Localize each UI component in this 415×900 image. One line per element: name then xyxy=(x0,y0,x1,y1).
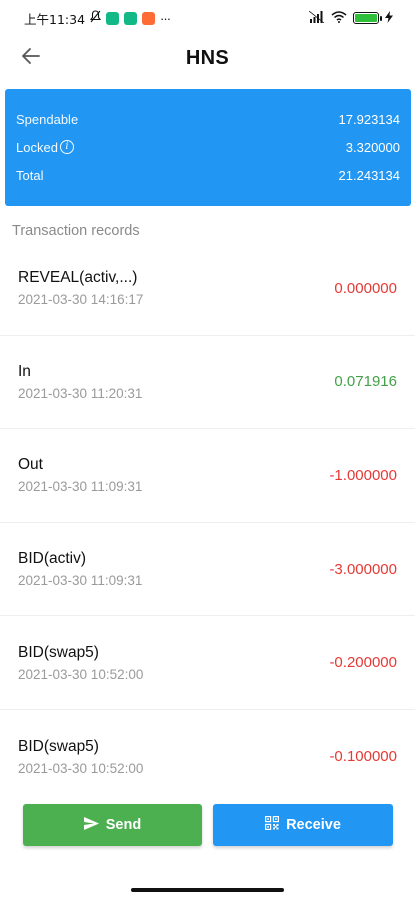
transaction-time: 2021-03-30 11:20:31 xyxy=(18,385,143,401)
transaction-amount: 0.071916 xyxy=(334,373,397,391)
transaction-info: BID(swap5) 2021-03-30 10:52:00 xyxy=(18,738,143,776)
transaction-amount: -3.000000 xyxy=(329,560,397,578)
transaction-row[interactable]: BID(swap5) 2021-03-30 10:52:00 -0.200000 xyxy=(0,616,415,710)
transaction-type: Out xyxy=(18,456,43,474)
transaction-amount: -1.000000 xyxy=(329,466,397,484)
page-title: HNS xyxy=(185,46,230,69)
back-button[interactable] xyxy=(16,44,46,72)
transaction-row[interactable]: REVEAL(activ,...) 2021-03-30 14:16:17 0.… xyxy=(0,242,415,336)
qr-code-icon xyxy=(265,816,280,834)
balance-row-spendable: Spendable 17.923134 xyxy=(16,105,400,133)
charging-icon xyxy=(385,10,393,26)
send-icon xyxy=(83,816,99,834)
locked-label: Locked xyxy=(16,139,58,155)
receive-label: Receive xyxy=(286,817,341,833)
battery-tip xyxy=(380,16,382,21)
transaction-amount: 0.000000 xyxy=(334,279,397,297)
home-indicator[interactable] xyxy=(131,888,284,892)
transaction-list: REVEAL(activ,...) 2021-03-30 14:16:17 0.… xyxy=(0,242,415,804)
transaction-time: 2021-03-30 10:52:00 xyxy=(18,666,144,682)
status-bar: 上午11:34 ··· xyxy=(0,0,415,36)
transaction-records-title: Transaction records xyxy=(12,223,140,239)
status-left: 上午11:34 ··· xyxy=(24,9,171,28)
transaction-type: BID(activ) xyxy=(18,550,87,568)
balance-card: Spendable 17.923134 Locked i 3.320000 To… xyxy=(5,89,411,206)
transaction-type: REVEAL(activ,...) xyxy=(18,269,138,287)
balance-row-total: Total 21.243134 xyxy=(16,161,400,189)
spendable-label: Spendable xyxy=(16,111,79,127)
app-badge-icon xyxy=(124,11,138,25)
transaction-row[interactable]: BID(activ) 2021-03-30 11:09:31 -3.000000 xyxy=(0,523,415,617)
status-right xyxy=(308,10,393,26)
transaction-row[interactable]: Out 2021-03-30 11:09:31 -1.000000 xyxy=(0,429,415,523)
app-badge-icon xyxy=(106,11,120,25)
mute-icon xyxy=(89,10,102,26)
locked-value: 3.320000 xyxy=(345,139,400,155)
total-value: 21.243134 xyxy=(338,167,400,183)
transaction-info: In 2021-03-30 11:20:31 xyxy=(18,363,142,401)
transaction-info: BID(swap5) 2021-03-30 10:52:00 xyxy=(18,644,143,682)
transaction-info: REVEAL(activ,...) 2021-03-30 14:16:17 xyxy=(18,269,143,307)
send-label: Send xyxy=(105,817,142,833)
total-label: Total xyxy=(16,167,44,183)
spendable-value: 17.923134 xyxy=(338,111,400,127)
receive-button[interactable]: Receive xyxy=(213,804,393,846)
transaction-time: 2021-03-30 14:16:17 xyxy=(18,292,144,308)
send-button[interactable]: Send xyxy=(23,804,202,846)
app-badge-icon xyxy=(142,11,156,25)
transaction-time: 2021-03-30 11:09:31 xyxy=(18,479,143,495)
status-time: 上午11:34 xyxy=(24,11,86,27)
battery-icon xyxy=(353,12,382,24)
app-header: HNS xyxy=(0,36,415,80)
transaction-amount: -0.200000 xyxy=(329,654,397,672)
transaction-time: 2021-03-30 10:52:00 xyxy=(18,760,144,776)
bottom-action-bar: Send Receive xyxy=(0,790,415,860)
info-icon[interactable]: i xyxy=(59,140,74,154)
wifi-icon xyxy=(331,10,347,26)
more-notifications-icon: ··· xyxy=(160,10,171,26)
transaction-time: 2021-03-30 11:09:31 xyxy=(18,573,143,589)
transaction-row[interactable]: In 2021-03-30 11:20:31 0.071916 xyxy=(0,336,415,430)
transaction-info: BID(activ) 2021-03-30 11:09:31 xyxy=(18,550,142,588)
transaction-info: Out 2021-03-30 11:09:31 xyxy=(18,456,142,494)
locked-label-group: Locked i xyxy=(16,140,74,155)
signal-icon xyxy=(308,10,325,26)
arrow-left-icon xyxy=(21,47,41,70)
battery-fill xyxy=(355,14,377,22)
transaction-type: BID(swap5) xyxy=(18,737,99,755)
transaction-type: In xyxy=(18,362,31,380)
transaction-amount: -0.100000 xyxy=(329,748,397,766)
transaction-type: BID(swap5) xyxy=(18,643,99,661)
balance-row-locked: Locked i 3.320000 xyxy=(16,133,400,161)
